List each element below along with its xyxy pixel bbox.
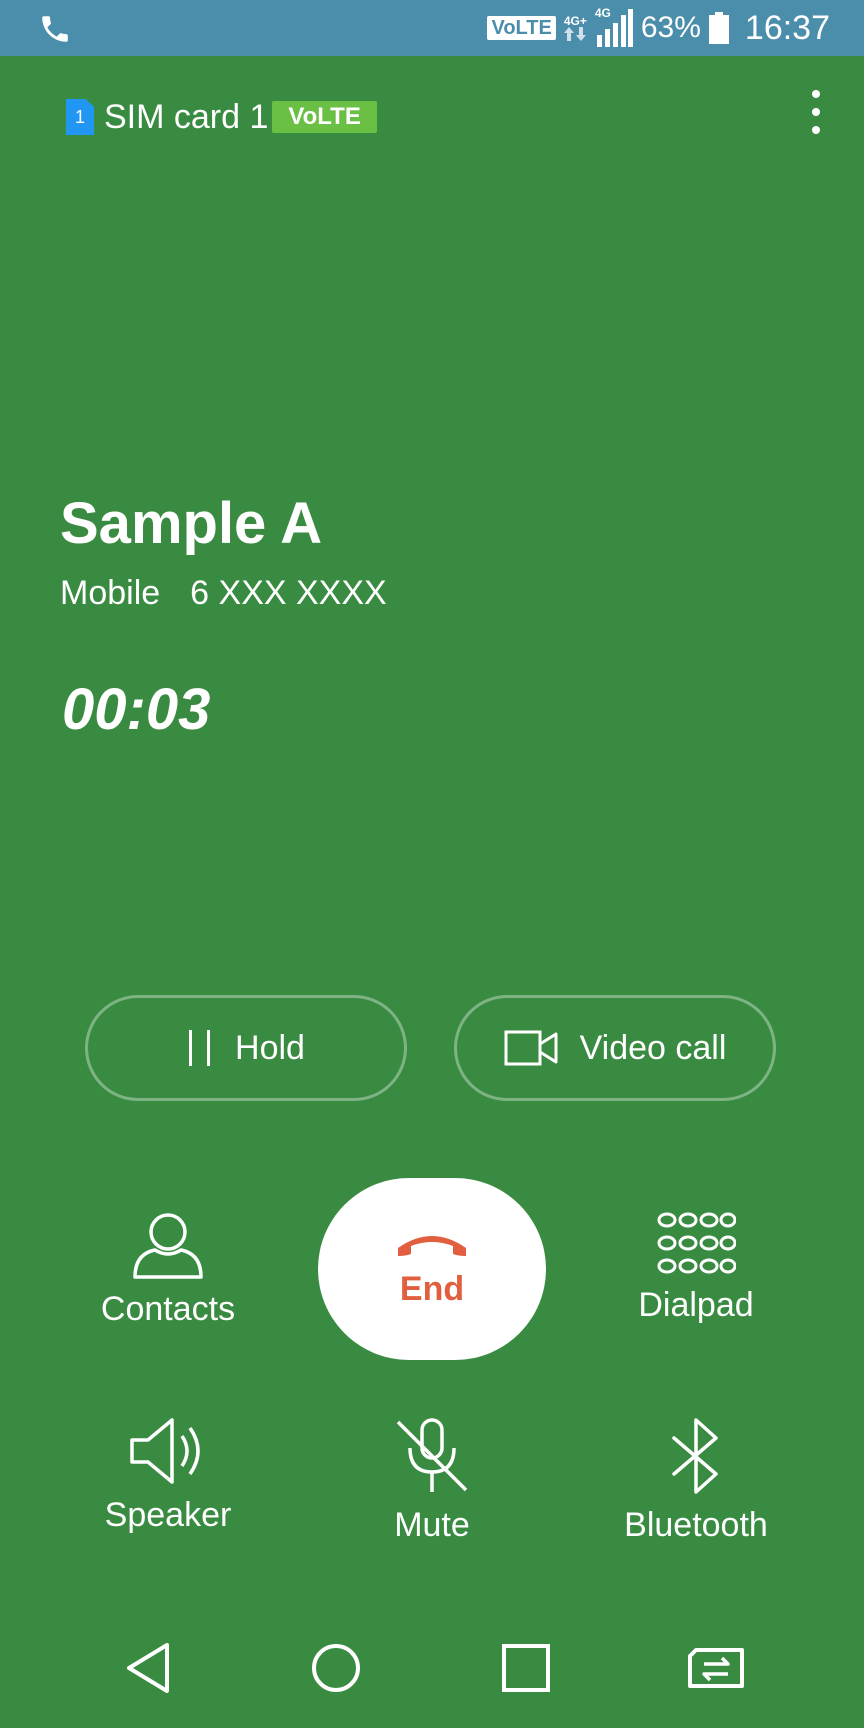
dialpad-icon — [657, 1212, 736, 1274]
call-timer: 00:03 — [62, 677, 211, 742]
navigation-bar — [0, 1600, 864, 1728]
mute-label: Mute — [394, 1506, 470, 1544]
network-label: 4G+ — [563, 14, 587, 28]
menu-dot — [812, 90, 820, 98]
hold-button[interactable]: Hold — [85, 995, 407, 1101]
volte-chip: VoLTE — [272, 101, 377, 133]
clock: 16:37 — [744, 8, 830, 47]
contacts-button[interactable]: Contacts — [58, 1210, 278, 1329]
pause-icon — [189, 1030, 211, 1066]
switch-sim-icon[interactable] — [686, 1638, 746, 1698]
hold-label: Hold — [235, 1028, 305, 1067]
caller-details: Mobile 6 XXX XXXX — [60, 574, 387, 613]
menu-dot — [812, 126, 820, 134]
bluetooth-button[interactable]: Bluetooth — [586, 1416, 806, 1545]
signal-strength: 4G — [595, 7, 633, 47]
end-call-label: End — [399, 1269, 465, 1308]
battery-percent: 63% — [640, 11, 701, 44]
bluetooth-label: Bluetooth — [624, 1506, 768, 1544]
phone-number: 6 XXX XXXX — [190, 574, 387, 612]
dialpad-button[interactable]: Dialpad — [586, 1210, 806, 1325]
sim-card-icon: 1 — [66, 99, 94, 135]
back-icon-glyph — [127, 1643, 169, 1693]
recents-icon[interactable] — [496, 1638, 556, 1698]
data-arrows-icon — [564, 27, 587, 41]
home-icon-glyph — [312, 1644, 360, 1692]
contacts-label: Contacts — [100, 1290, 236, 1328]
signal-icon — [596, 9, 633, 47]
sim-label: SIM card 1 — [104, 97, 269, 136]
more-options-icon[interactable] — [804, 84, 828, 140]
menu-dot — [812, 108, 820, 116]
video-call-label: Video call — [579, 1028, 727, 1067]
number-type: Mobile — [60, 574, 161, 612]
sim-indicator: 1 SIM card 1 VoLTE — [66, 92, 377, 142]
end-call-button[interactable]: End — [318, 1178, 546, 1360]
caller-name: Sample A — [60, 491, 323, 556]
person-icon — [133, 1213, 203, 1279]
recents-icon-glyph — [502, 1644, 550, 1692]
video-camera-icon — [504, 1030, 558, 1066]
switch-sim-icon-glyph — [688, 1648, 744, 1688]
video-call-button[interactable]: Video call — [454, 995, 776, 1101]
speaker-icon — [130, 1418, 200, 1484]
volte-status: VoLTE — [487, 16, 556, 40]
bluetooth-icon — [672, 1418, 718, 1494]
network-type: 4G+ — [564, 15, 587, 41]
battery-icon — [708, 12, 729, 44]
back-icon[interactable] — [118, 1638, 178, 1698]
speaker-button[interactable]: Speaker — [58, 1416, 278, 1535]
speaker-label: Speaker — [104, 1496, 232, 1534]
mute-button[interactable]: Mute — [322, 1416, 542, 1545]
phone-hangup-icon — [398, 1235, 466, 1256]
dialpad-label: Dialpad — [638, 1286, 754, 1324]
mic-off-icon — [396, 1418, 468, 1492]
status-bar: VoLTE 4G+ 4G 63% 16:37 — [0, 0, 864, 56]
home-icon[interactable] — [306, 1638, 366, 1698]
sim-number: 1 — [74, 106, 85, 127]
phone-icon — [42, 16, 68, 42]
